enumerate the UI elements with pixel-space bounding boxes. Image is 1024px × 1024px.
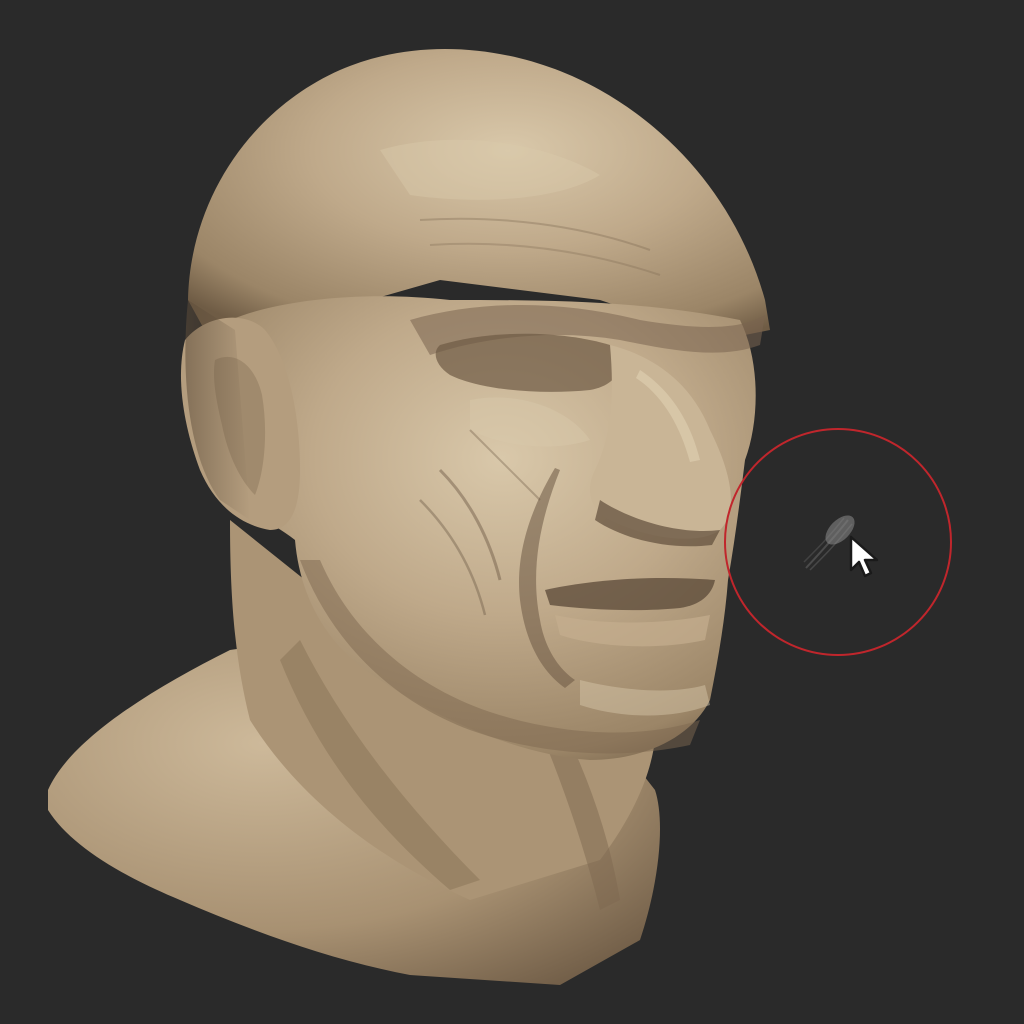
sculpt-viewport[interactable] (0, 0, 1024, 1024)
arrow-pointer-icon (849, 535, 879, 578)
